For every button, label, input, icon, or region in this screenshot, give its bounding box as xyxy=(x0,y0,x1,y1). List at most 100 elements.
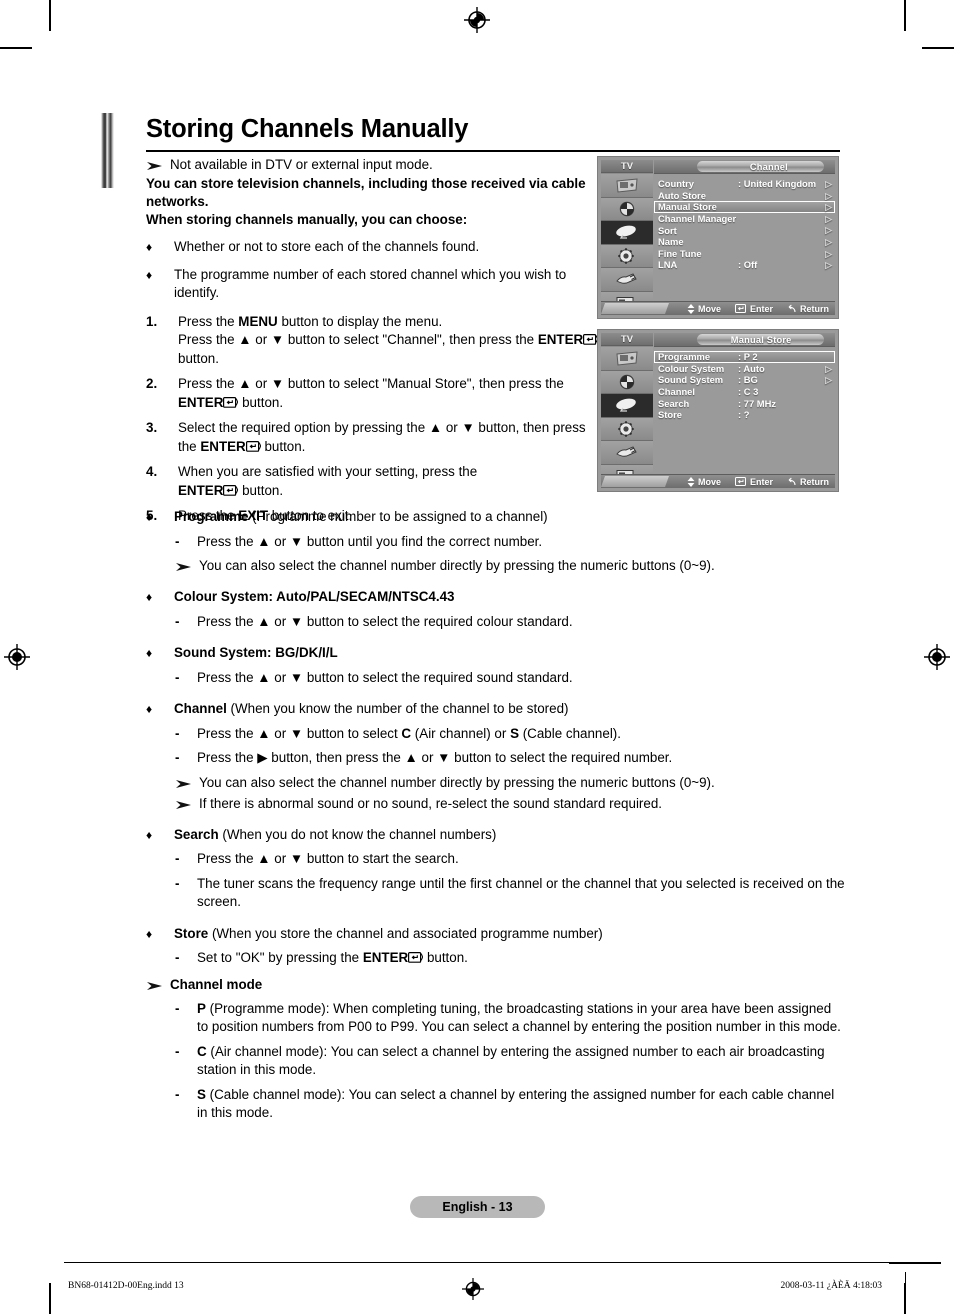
step-text: When you are satisfied with your setting… xyxy=(178,463,601,500)
osd-footer-return-label: Return xyxy=(800,303,829,314)
osd-row[interactable]: Store : ? xyxy=(654,409,835,421)
osd-row[interactable]: Sound System : BG ▷ xyxy=(654,374,835,386)
note-arrow-icon xyxy=(175,798,192,812)
osd-row[interactable]: Colour System : Auto ▷ xyxy=(654,363,835,375)
osd-title: Channel xyxy=(749,162,788,172)
osd-footer-return[interactable]: Return xyxy=(787,304,829,314)
intro-bullet-text: Whether or not to store each of the chan… xyxy=(174,239,480,254)
osd-footer-move[interactable]: Move xyxy=(687,476,721,487)
footer-timestamp: 2008-03-11 ¿ÀÈÄ 4:18:03 xyxy=(780,1281,883,1291)
manual-page: Storing Channels Manually Not available … xyxy=(0,0,954,1314)
picture-icon[interactable] xyxy=(601,174,653,198)
option-dash-text: Press the ▲ or ▼ button to start the sea… xyxy=(197,851,459,866)
option-dash-text: Press the ▶ button, then press the ▲ or … xyxy=(197,750,673,765)
osd-footer-tab xyxy=(600,303,670,314)
step-text-post: button. xyxy=(238,394,284,410)
osd-row-label: Name xyxy=(658,236,684,248)
crop-mark-bottom-left-v xyxy=(49,1283,51,1314)
setup-gear-icon[interactable] xyxy=(601,244,653,268)
crop-mark-top-right-v xyxy=(904,0,906,31)
osd-row[interactable]: Auto Store ▷ xyxy=(654,190,835,202)
channel-mode-key-s: S xyxy=(197,1086,206,1102)
registration-mark-top xyxy=(464,7,490,33)
options-column: ♦ Programme (Programme number to be assi… xyxy=(146,508,846,1123)
osd-footer-enter[interactable]: Enter xyxy=(734,477,773,487)
osd-footer: Move Enter Return xyxy=(600,474,835,488)
dash-text-part: button. xyxy=(423,950,468,965)
dash-marker: - xyxy=(175,950,180,965)
intro-note: Not available in DTV or external input m… xyxy=(146,156,601,174)
channel-dish-icon[interactable] xyxy=(601,394,653,418)
osd-row-label: Store xyxy=(658,409,682,421)
picture-icon[interactable] xyxy=(601,347,653,371)
osd-row[interactable]: Search : 77 MHz xyxy=(654,397,835,409)
osd-icon-list: P xyxy=(601,174,653,315)
intro-bold-line-2: When storing channels manually, you can … xyxy=(146,212,468,227)
channel-dish-icon[interactable] xyxy=(601,221,653,245)
osd-row[interactable]: Fine Tune ▷ xyxy=(654,248,835,260)
option-channel: ♦ Channel (When you know the number of t… xyxy=(146,700,846,719)
step-text: Press the MENU button to display the men… xyxy=(178,313,601,369)
bullet-diamond-icon: ♦ xyxy=(146,702,153,716)
dash-marker: - xyxy=(175,851,180,866)
option-dash-item: - Press the ▲ or ▼ button to select the … xyxy=(175,613,846,632)
dash-marker: - xyxy=(175,669,180,685)
dash-marker: - xyxy=(175,1043,180,1059)
option-heading: Sound System: BG/DK/I/L xyxy=(174,645,338,660)
enter-key-icon xyxy=(223,396,239,408)
chevron-right-icon: ▷ xyxy=(825,363,832,374)
osd-row-selected[interactable]: Manual Store ▷ xyxy=(654,201,835,213)
step-text-post: button. xyxy=(238,482,284,498)
osd-row-label: Sound System xyxy=(658,374,724,386)
registration-mark-left xyxy=(4,644,30,670)
chapter-marker-bar xyxy=(101,113,114,188)
osd-row-label: Manual Store xyxy=(658,201,717,213)
option-dash-item: - Press the ▲ or ▼ button to start the s… xyxy=(175,850,846,869)
osd-row-label: Channel xyxy=(658,386,695,398)
chevron-right-icon: ▷ xyxy=(825,375,832,386)
input-plug-icon[interactable] xyxy=(601,441,653,465)
crop-mark-top-right-h xyxy=(922,47,954,49)
osd-device-label: TV xyxy=(601,333,653,346)
osd-row[interactable]: Channel Manager ▷ xyxy=(654,213,835,225)
intro-bullet-text: The programme number of each stored chan… xyxy=(174,266,567,301)
key-label-enter: ENTER xyxy=(200,438,246,454)
option-heading-rest: (When you know the number of the channel… xyxy=(226,701,569,716)
osd-row-selected[interactable]: Programme : P 2 xyxy=(654,351,835,363)
osd-row[interactable]: Country : United Kingdom ▷ xyxy=(654,178,835,190)
osd-row[interactable]: LNA : Off ▷ xyxy=(654,259,835,271)
footer-rule-bar xyxy=(905,1272,906,1296)
dash-text-part: Set to "OK" by pressing the xyxy=(197,950,363,965)
crop-mark-top-left-h xyxy=(0,47,32,49)
osd-row[interactable]: Sort ▷ xyxy=(654,224,835,236)
osd-footer-move[interactable]: Move xyxy=(687,303,721,314)
bullet-diamond-icon: ♦ xyxy=(146,646,153,660)
osd-row-label: Auto Store xyxy=(658,189,706,201)
option-heading: Programme xyxy=(174,509,249,524)
bullet-diamond-icon: ♦ xyxy=(146,590,153,604)
osd-row[interactable]: Name ▷ xyxy=(654,236,835,248)
option-dash-text: Press the ▲ or ▼ button to select the re… xyxy=(197,669,573,685)
osd-row-label: Programme xyxy=(658,351,711,363)
chevron-right-icon: ▷ xyxy=(825,179,832,189)
chevron-right-icon: ▷ xyxy=(825,213,832,224)
step-item-2: 2. Press the ▲ or ▼ button to select "Ma… xyxy=(146,375,601,412)
key-label-enter: ENTER xyxy=(178,394,224,410)
step-item-4: 4. When you are satisfied with your sett… xyxy=(146,463,601,500)
option-dash-item: - Press the ▲ or ▼ button to select the … xyxy=(175,669,846,688)
setup-gear-icon[interactable] xyxy=(601,417,653,441)
step-text-post: button. xyxy=(178,350,219,366)
osd-footer-enter[interactable]: Enter xyxy=(734,304,773,314)
dash-text-part: (Air channel) or xyxy=(411,725,511,741)
option-dash-item: - Press the ▲ or ▼ button to select C (A… xyxy=(175,725,846,744)
sound-icon[interactable] xyxy=(601,370,653,394)
bullet-diamond-icon: ♦ xyxy=(146,240,153,254)
osd-row-label: Search xyxy=(658,397,690,409)
channel-mode-item-s: - S (Cable channel mode): You can select… xyxy=(175,1086,846,1123)
sound-icon[interactable] xyxy=(601,197,653,221)
channel-mode-note-heading: Channel mode xyxy=(146,976,846,994)
osd-main-area: Manual Store Programme : P 2 Colour Syst… xyxy=(600,333,835,488)
osd-footer-return[interactable]: Return xyxy=(787,477,829,487)
input-plug-icon[interactable] xyxy=(601,268,653,292)
osd-row[interactable]: Channel : C 3 xyxy=(654,386,835,398)
